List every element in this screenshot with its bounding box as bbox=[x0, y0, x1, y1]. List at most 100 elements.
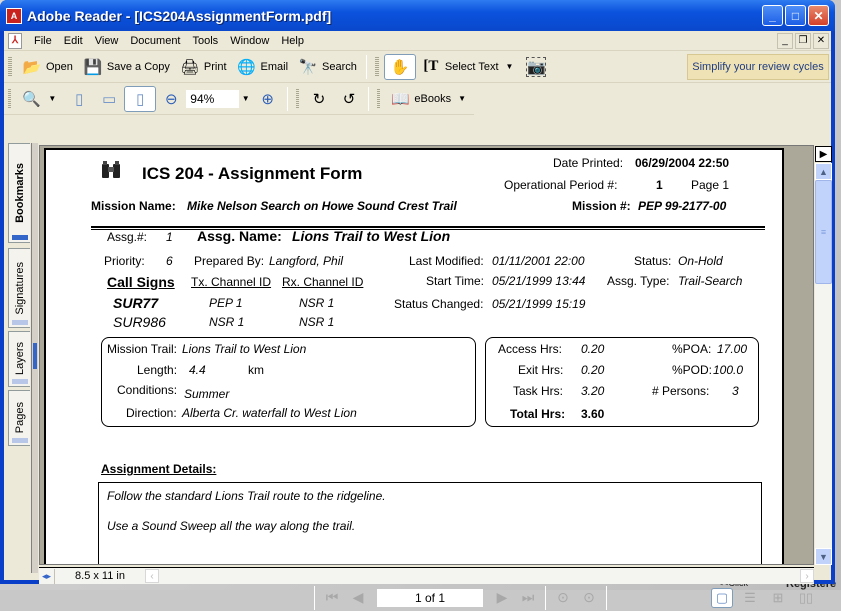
navigation-tabs: Bookmarks Signatures Layers Pages bbox=[8, 143, 30, 573]
menu-view[interactable]: View bbox=[89, 35, 125, 47]
menu-document[interactable]: Document bbox=[124, 35, 186, 47]
last-modified-label: Last Modified: bbox=[409, 254, 484, 268]
save-copy-button[interactable]: 💾 Save a Copy bbox=[78, 54, 175, 80]
previous-page-button[interactable]: ◀ bbox=[347, 588, 369, 608]
rotate-clockwise-button[interactable]: ↻ bbox=[304, 86, 334, 112]
hand-tool-button[interactable]: ✋ bbox=[383, 53, 416, 80]
snapshot-tool-button[interactable]: 📷 bbox=[521, 54, 551, 80]
exit-hrs-value: 0.20 bbox=[581, 363, 605, 377]
rotate-clockwise-icon: ↻ bbox=[312, 90, 326, 108]
call-sign-row-1: SUR77 bbox=[113, 295, 159, 311]
tab-bookmarks[interactable]: Bookmarks bbox=[8, 143, 30, 243]
zoom-dropdown-chevron-icon[interactable]: ▼ bbox=[239, 94, 253, 103]
menu-help[interactable]: Help bbox=[275, 35, 310, 47]
ics204-form: ICS 204 - Assignment Form Date Printed: … bbox=[46, 150, 782, 564]
next-view-button[interactable]: ⊙ bbox=[578, 588, 600, 608]
doc-minimize-button[interactable]: _ bbox=[777, 32, 793, 49]
email-button[interactable]: 🌐 Email bbox=[232, 54, 294, 80]
fit-width-button[interactable]: ▯ bbox=[124, 85, 157, 112]
scroll-right-button[interactable]: › bbox=[800, 569, 814, 583]
first-page-button[interactable]: ⏮ bbox=[321, 588, 343, 608]
toolbar-grip[interactable] bbox=[8, 56, 12, 77]
adobe-reader-icon: A bbox=[6, 7, 22, 24]
zoom-tool-button[interactable]: 🔍 ▼ bbox=[16, 86, 64, 112]
scroll-down-button[interactable]: ▼ bbox=[815, 548, 832, 565]
single-page-layout-button[interactable]: ▢ bbox=[711, 587, 733, 608]
split-window-icon[interactable]: ◂▸ bbox=[39, 568, 55, 584]
print-button[interactable]: 🖨 Print bbox=[175, 54, 232, 80]
facing-layout-button[interactable]: ▯▯ bbox=[795, 588, 817, 608]
page-size-label: 8.5 x 11 in bbox=[75, 570, 125, 582]
magnifier-zoom-icon: 🔍 bbox=[22, 90, 41, 108]
chevron-down-icon[interactable]: ▼ bbox=[503, 62, 517, 71]
promo-banner[interactable]: Simplify your review cycles bbox=[687, 54, 829, 80]
menu-window[interactable]: Window bbox=[224, 35, 275, 47]
toolbar-grip[interactable] bbox=[374, 56, 379, 77]
total-hrs-label: Total Hrs: bbox=[510, 407, 566, 421]
folder-open-icon: 📂 bbox=[22, 58, 42, 76]
app-client: ⅄ File Edit View Document Tools Window H… bbox=[4, 31, 832, 610]
toolbar-separator bbox=[368, 86, 370, 111]
assg-number-value: 1 bbox=[166, 230, 173, 244]
ebooks-button[interactable]: 📖 eBooks ▼ bbox=[385, 86, 474, 112]
toolbar-grip[interactable] bbox=[377, 88, 381, 109]
vertical-scrollbar[interactable]: ▲ ≡ ▼ bbox=[815, 163, 832, 565]
menu-edit[interactable]: Edit bbox=[58, 35, 89, 47]
tab-pages[interactable]: Pages bbox=[8, 390, 30, 446]
search-button[interactable]: 🔭 Search bbox=[293, 54, 362, 80]
minimize-button[interactable]: _ bbox=[762, 5, 783, 26]
tab-pages-label: Pages bbox=[13, 402, 26, 434]
select-text-button[interactable]: [T Select Text ▼ bbox=[416, 54, 522, 80]
maximize-button[interactable]: □ bbox=[785, 5, 806, 26]
open-button[interactable]: 📂 Open bbox=[17, 54, 78, 80]
select-text-label: Select Text bbox=[444, 60, 499, 73]
page-number-input[interactable]: 1 of 1 bbox=[377, 588, 483, 607]
scroll-thumb[interactable]: ≡ bbox=[815, 180, 832, 284]
last-page-button[interactable]: ⏭ bbox=[517, 588, 539, 608]
assg-name-label: Assg. Name: bbox=[197, 228, 282, 244]
splitter-grip[interactable] bbox=[33, 343, 37, 369]
scroll-left-button[interactable]: ‹ bbox=[145, 569, 159, 583]
pdf-viewport[interactable]: ICS 204 - Assignment Form Date Printed: … bbox=[39, 145, 814, 565]
priority-label: Priority: bbox=[104, 254, 145, 268]
assg-type-value: Trail-Search bbox=[678, 274, 743, 288]
pod-value: 100.0 bbox=[713, 363, 744, 377]
zoom-out-button[interactable]: ⊖ bbox=[156, 86, 186, 112]
chevron-down-icon[interactable]: ▼ bbox=[455, 94, 469, 103]
pdf-document-icon[interactable]: ⅄ bbox=[8, 32, 22, 49]
menu-tools[interactable]: Tools bbox=[187, 35, 225, 47]
rotate-counterclockwise-button[interactable]: ↺ bbox=[334, 86, 364, 112]
tab-layers[interactable]: Layers bbox=[8, 331, 30, 387]
chevron-down-icon[interactable]: ▼ bbox=[45, 94, 59, 103]
menu-file[interactable]: File bbox=[28, 35, 58, 47]
task-hrs-value: 3.20 bbox=[581, 384, 605, 398]
close-button[interactable]: ✕ bbox=[808, 5, 829, 26]
toolbar-grip[interactable] bbox=[295, 88, 300, 109]
toolbar-separator bbox=[365, 54, 367, 79]
zoom-level-input[interactable]: 94% bbox=[186, 89, 239, 108]
scroll-up-button[interactable]: ▲ bbox=[815, 163, 832, 180]
doc-close-button[interactable]: ✕ bbox=[813, 32, 829, 49]
navigation-pane-splitter[interactable] bbox=[31, 143, 38, 573]
page-fit-icon: ▭ bbox=[102, 90, 117, 108]
zoom-in-button[interactable]: ⊕ bbox=[253, 86, 283, 112]
actual-size-button[interactable]: ▯ bbox=[64, 86, 94, 112]
options-flyout-button[interactable]: ▶ bbox=[815, 146, 832, 162]
tab-signatures[interactable]: Signatures bbox=[8, 248, 30, 328]
window-title: Adobe Reader - [ICS204AssignmentForm.pdf… bbox=[27, 7, 332, 24]
title-bar[interactable]: A Adobe Reader - [ICS204AssignmentForm.p… bbox=[0, 0, 835, 31]
toolbar-grip[interactable] bbox=[8, 88, 12, 109]
tab-grip bbox=[12, 320, 28, 325]
doc-restore-button[interactable]: ❐ bbox=[795, 32, 811, 49]
next-page-button[interactable]: ▶ bbox=[491, 588, 513, 608]
binoculars-logo-icon bbox=[102, 161, 120, 178]
continuous-layout-button[interactable]: ☰ bbox=[739, 588, 761, 608]
length-label: Length: bbox=[137, 363, 178, 377]
continuous-facing-layout-button[interactable]: ⊞ bbox=[767, 588, 789, 608]
continuous-facing-icon: ⊞ bbox=[772, 589, 784, 605]
total-hrs-value: 3.60 bbox=[581, 407, 605, 421]
op-period-value: 1 bbox=[656, 178, 663, 192]
mission-number-label: Mission #: bbox=[572, 199, 631, 213]
previous-view-button[interactable]: ⊙ bbox=[552, 588, 574, 608]
fit-page-button[interactable]: ▭ bbox=[94, 86, 124, 112]
